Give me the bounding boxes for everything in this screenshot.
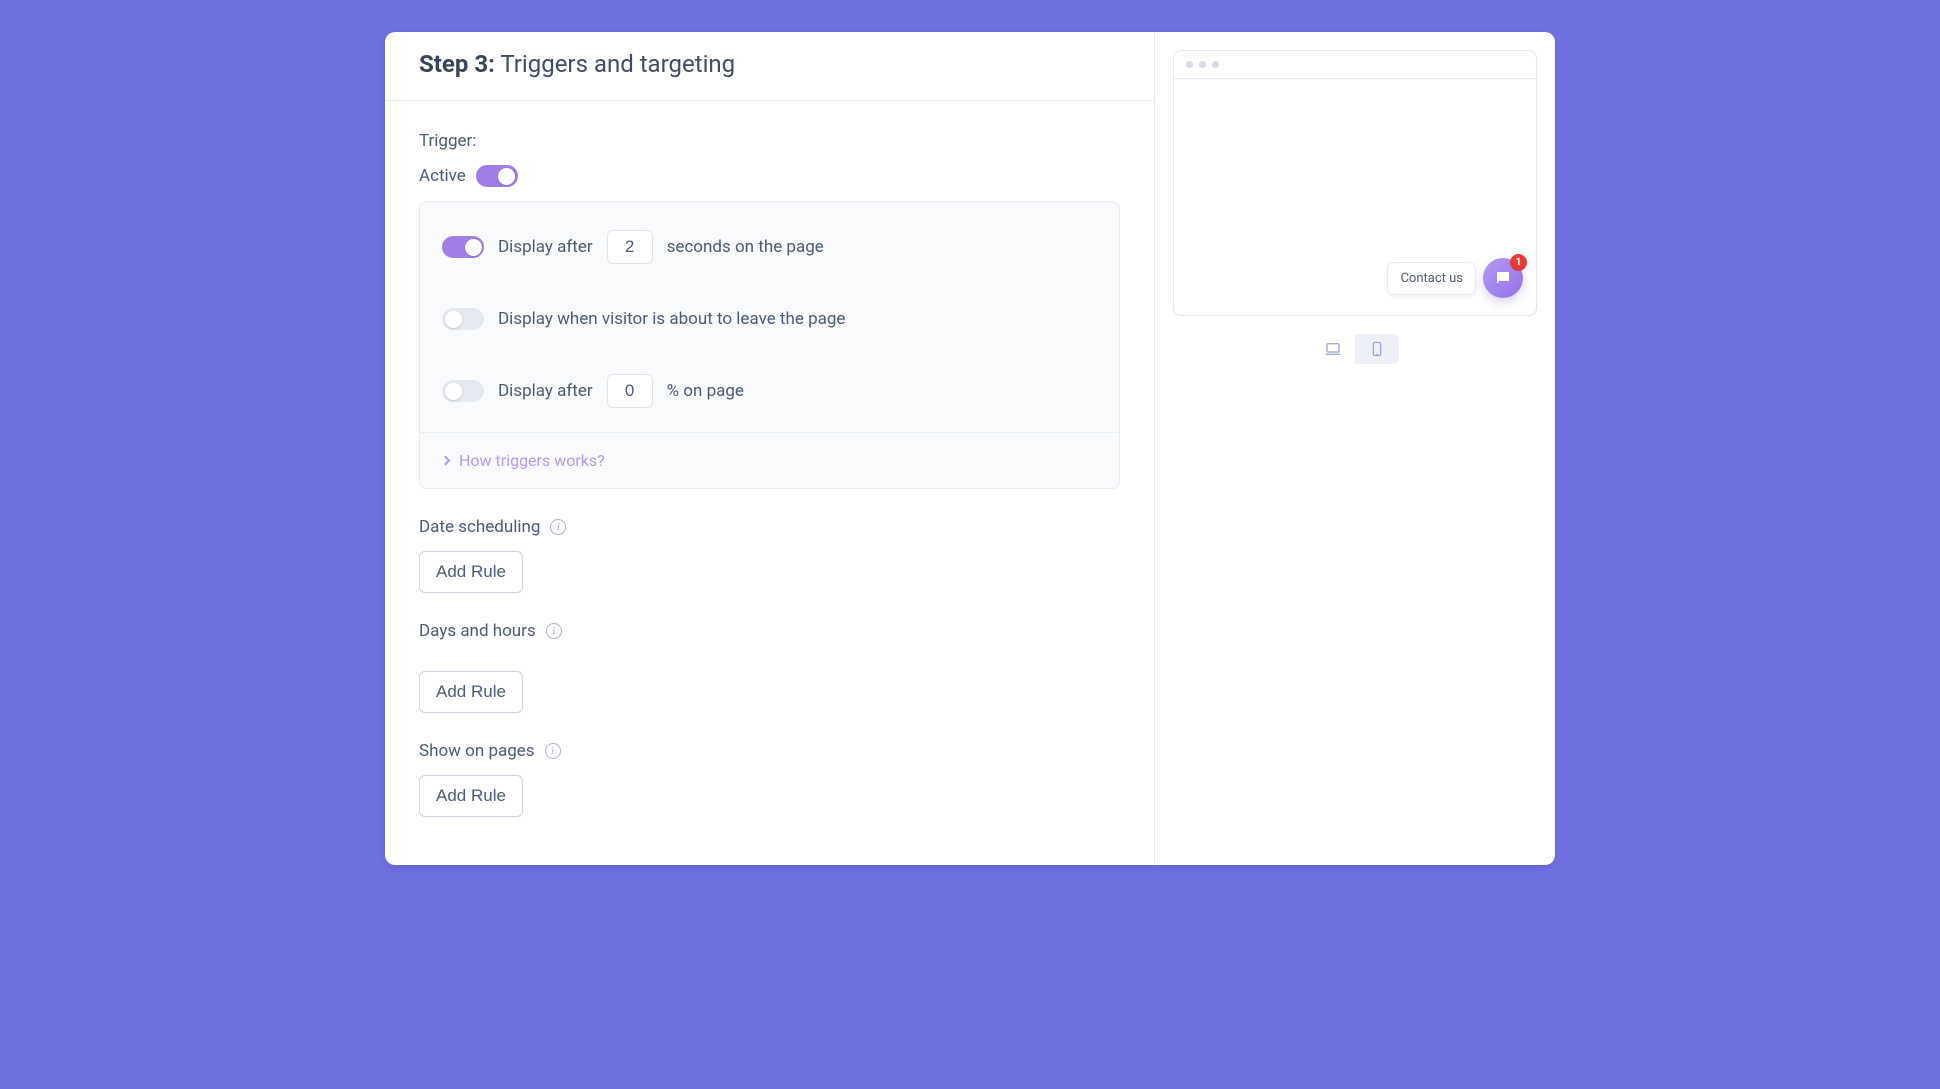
step-prefix: Step 3:: [419, 50, 495, 78]
mobile-preview-button[interactable]: [1355, 334, 1399, 364]
date-scheduling-title: Date scheduling i: [419, 517, 1120, 537]
settings-card: Step 3: Triggers and targeting Trigger: …: [385, 32, 1555, 865]
show-on-pages-label: Show on pages: [419, 741, 535, 761]
show-on-pages-section: Show on pages i Add Rule: [419, 741, 1120, 817]
info-icon[interactable]: i: [550, 519, 566, 535]
trigger-after-seconds-row: Display after seconds on the page: [420, 202, 1119, 288]
after-scroll-pre: Display after: [498, 381, 593, 401]
chat-icon: [1494, 269, 1512, 287]
date-add-rule-button[interactable]: Add Rule: [419, 551, 523, 593]
date-scheduling-section: Date scheduling i Add Rule: [419, 517, 1120, 593]
step-header: Step 3: Triggers and targeting: [385, 32, 1154, 101]
active-row: Active: [419, 165, 1120, 187]
days-hours-section: Days and hours i Add Rule: [419, 621, 1120, 713]
contact-us-pill[interactable]: Contact us: [1387, 262, 1476, 295]
preview-topbar: [1174, 51, 1536, 79]
show-on-pages-title: Show on pages i: [419, 741, 1120, 761]
preview-window: Contact us 1: [1173, 50, 1537, 316]
exit-intent-toggle[interactable]: [442, 308, 484, 330]
days-add-rule-button[interactable]: Add Rule: [419, 671, 523, 713]
desktop-preview-button[interactable]: [1311, 334, 1355, 364]
page-title: Step 3: Triggers and targeting: [419, 50, 1120, 78]
content-area: Trigger: Active Display after seconds on…: [385, 101, 1154, 865]
days-hours-label: Days and hours: [419, 621, 536, 641]
laptop-icon: [1324, 341, 1342, 357]
step-title: Triggers and targeting: [500, 50, 735, 78]
active-toggle[interactable]: [476, 165, 518, 187]
after-scroll-input[interactable]: [607, 374, 653, 408]
trigger-help-row: How triggers works?: [420, 432, 1119, 488]
trigger-after-scroll-row: Display after % on page: [420, 354, 1119, 432]
pages-add-rule-button[interactable]: Add Rule: [419, 775, 523, 817]
chat-widget-fab[interactable]: 1: [1483, 258, 1523, 298]
after-seconds-toggle[interactable]: [442, 236, 484, 258]
device-tabs: [1173, 334, 1537, 364]
date-scheduling-label: Date scheduling: [419, 517, 540, 537]
after-seconds-post: seconds on the page: [667, 237, 824, 257]
how-triggers-work-link[interactable]: How triggers works?: [459, 451, 605, 470]
info-icon[interactable]: i: [545, 743, 561, 759]
chevron-right-icon: [441, 456, 451, 466]
exit-intent-text: Display when visitor is about to leave t…: [498, 309, 845, 329]
phone-icon: [1368, 341, 1386, 357]
days-hours-title: Days and hours i: [419, 621, 1120, 641]
trigger-box: Display after seconds on the page Displa…: [419, 201, 1120, 489]
left-panel: Step 3: Triggers and targeting Trigger: …: [385, 32, 1155, 865]
window-dot-icon: [1186, 61, 1193, 68]
active-label: Active: [419, 166, 466, 186]
after-seconds-pre: Display after: [498, 237, 593, 257]
notification-badge: 1: [1510, 254, 1527, 271]
trigger-label: Trigger:: [419, 131, 1120, 151]
preview-panel: Contact us 1: [1155, 32, 1555, 865]
window-dot-icon: [1212, 61, 1219, 68]
window-dot-icon: [1199, 61, 1206, 68]
info-icon[interactable]: i: [546, 623, 562, 639]
after-seconds-input[interactable]: [607, 230, 653, 264]
device-group: [1311, 334, 1399, 364]
after-scroll-post: % on page: [667, 381, 744, 401]
trigger-exit-intent-row: Display when visitor is about to leave t…: [420, 288, 1119, 354]
after-scroll-toggle[interactable]: [442, 380, 484, 402]
